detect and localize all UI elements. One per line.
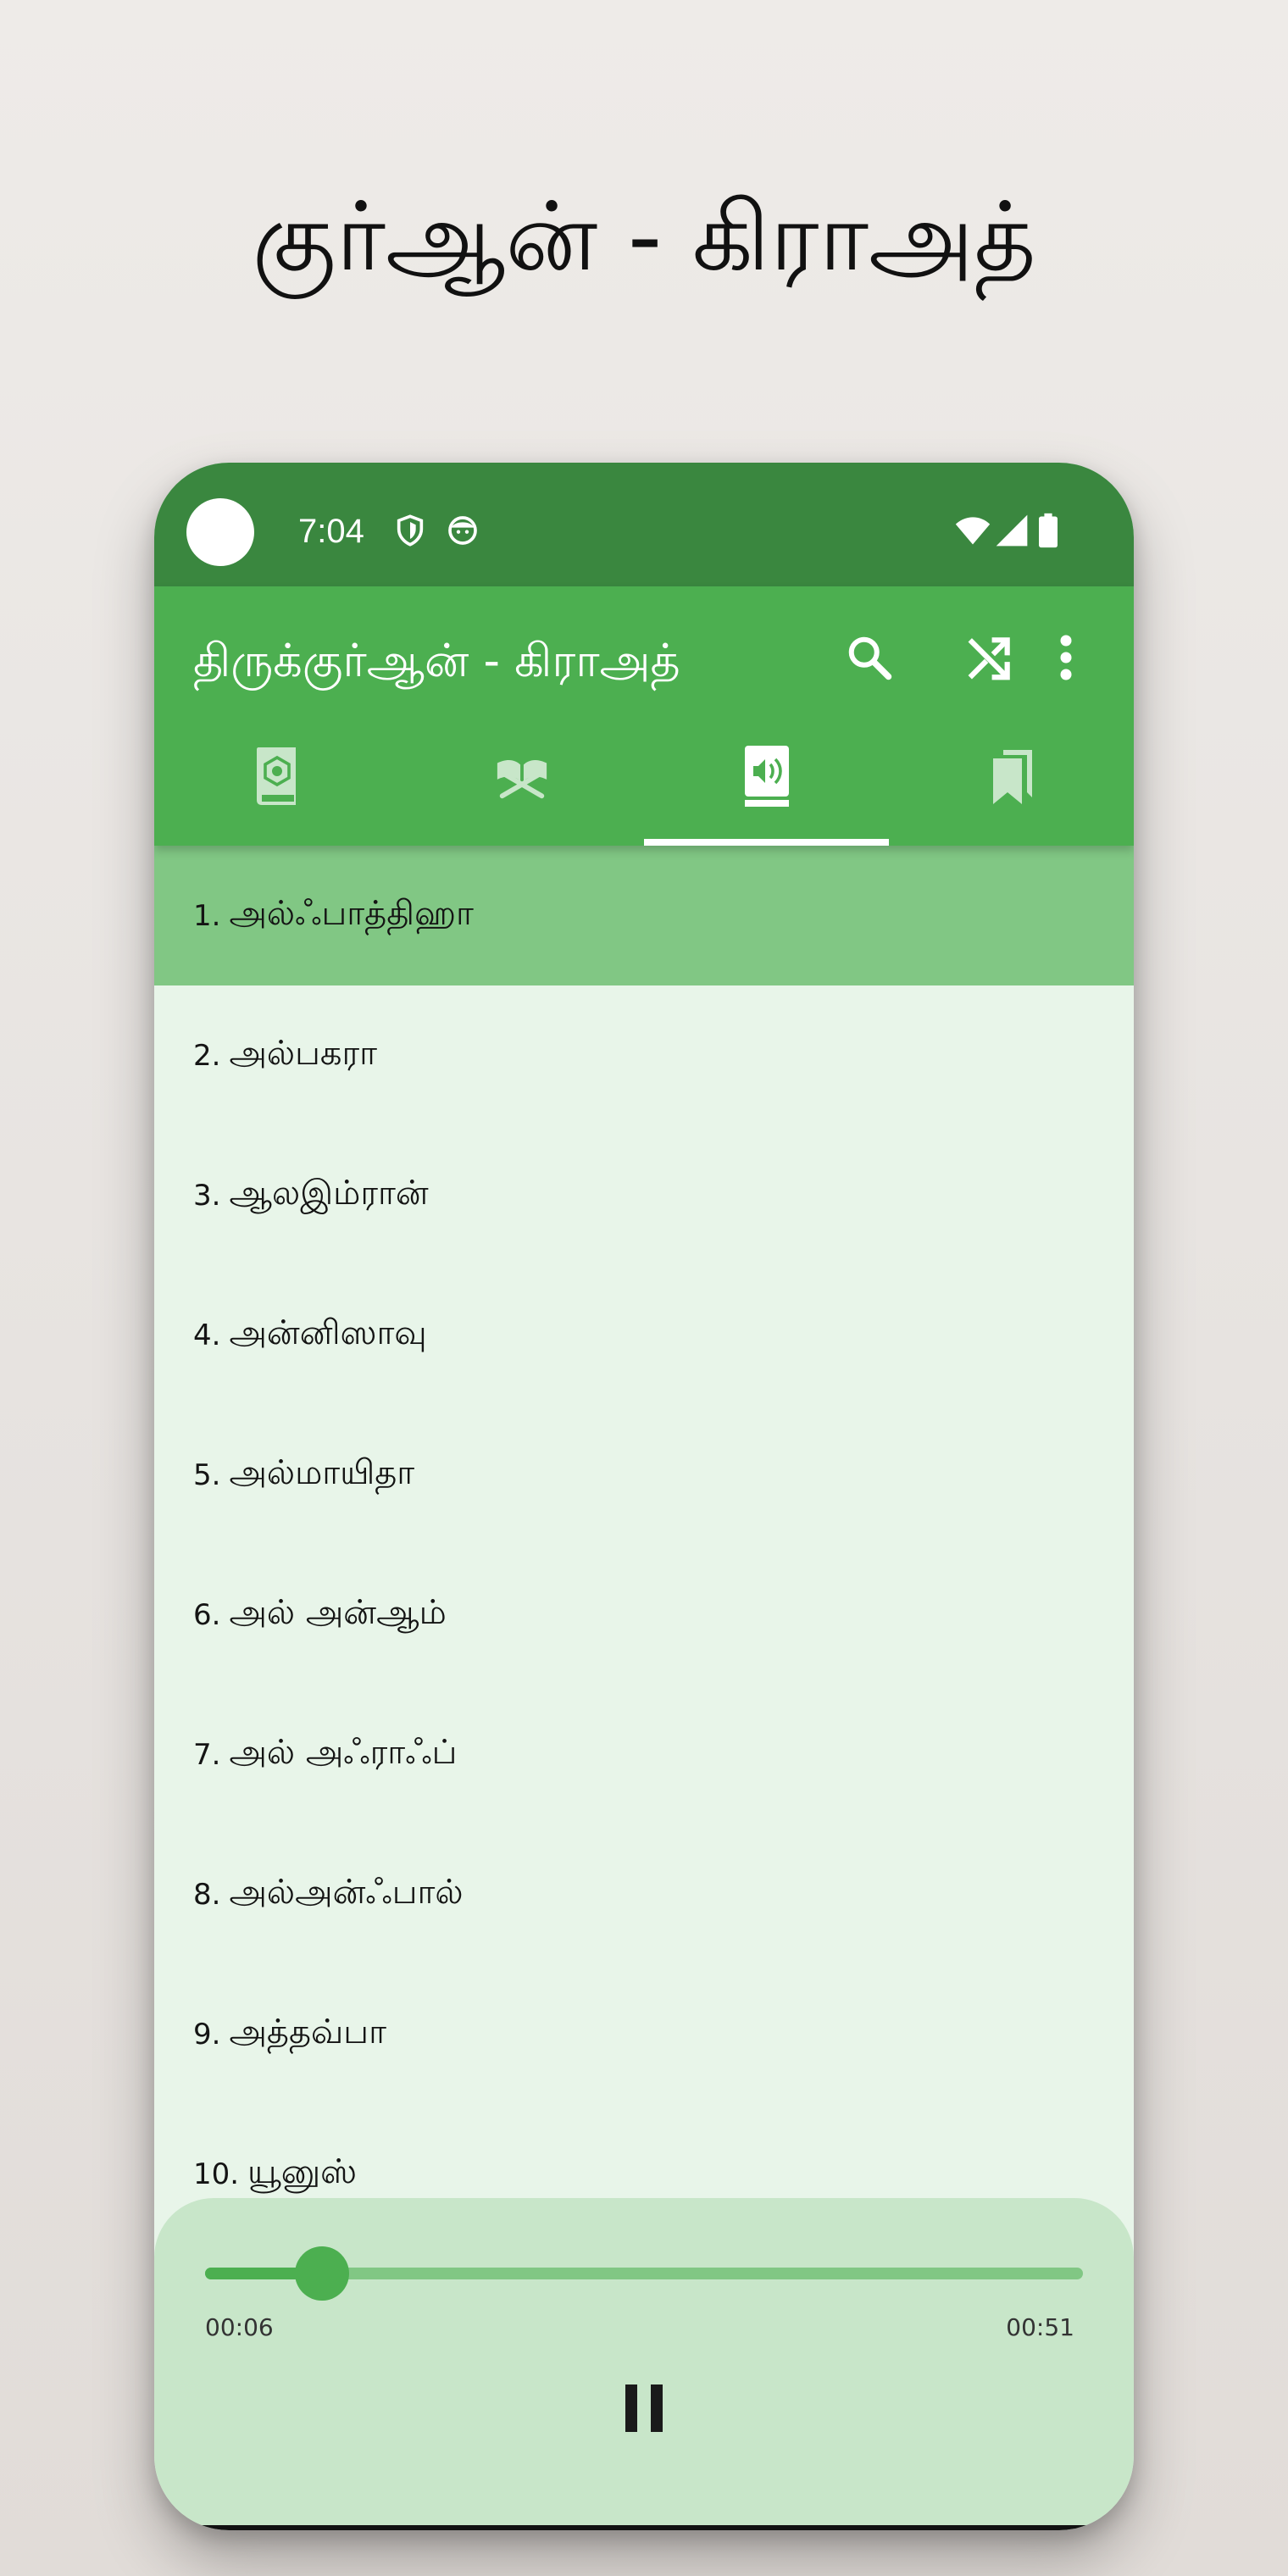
camera-cutout <box>186 498 254 566</box>
list-item[interactable]: 1. அல்ஃபாத்திஹா <box>154 846 1134 985</box>
item-number: 9. <box>193 2017 221 2051</box>
list-item[interactable]: 9. அத்தவ்பா <box>154 1964 1134 2104</box>
item-name: அல்பகரா <box>229 1034 378 1073</box>
item-name: ஆலஇம்ரான் <box>229 1174 429 1213</box>
wifi-icon <box>955 517 991 545</box>
open-quran-stand-icon <box>497 759 547 799</box>
face-icon <box>448 516 477 545</box>
total-duration: 00:51 <box>1006 2313 1074 2341</box>
item-number: 4. <box>193 1318 221 1352</box>
item-name: அல் அஃராஃப் <box>229 1733 458 1772</box>
signal-icon <box>996 514 1028 547</box>
list-item[interactable]: 6. அல் அன்ஆம் <box>154 1545 1134 1685</box>
list-item[interactable]: 2. அல்பகரா <box>154 985 1134 1125</box>
surah-list: 1. அல்ஃபாத்திஹா 2. அல்பகரா 3. ஆலஇம்ரான் … <box>154 846 1134 2244</box>
item-number: 6. <box>193 1597 221 1632</box>
list-item[interactable]: 5. அல்மாயிதா <box>154 1405 1134 1545</box>
item-name: அன்னிஸாவு <box>229 1313 427 1352</box>
pause-button[interactable] <box>608 2373 680 2444</box>
shield-icon <box>397 514 424 547</box>
seek-thumb[interactable] <box>294 2246 349 2301</box>
phone-frame: 7:04 திருக்குர்ஆன் - கிராஅத் 1. அல்ஃபாத்… <box>154 463 1134 2530</box>
tab-indicator <box>644 839 889 846</box>
item-name: அல்மாயிதா <box>229 1453 415 1492</box>
item-number: 1. <box>193 898 221 933</box>
tab-reading[interactable] <box>399 725 644 846</box>
pause-icon <box>625 2384 663 2432</box>
list-item[interactable]: 7. அல் அஃராஃப் <box>154 1685 1134 1824</box>
status-time: 7:04 <box>298 513 364 550</box>
quran-book-icon <box>256 747 296 805</box>
item-number: 3. <box>193 1178 221 1213</box>
bookmarks-icon <box>992 750 1032 804</box>
item-name: அல்அன்ஃபால் <box>229 1873 464 1912</box>
status-bar: 7:04 <box>154 463 1134 586</box>
item-number: 8. <box>193 1877 221 1912</box>
item-number: 5. <box>193 1457 221 1492</box>
tab-quran[interactable] <box>154 725 399 846</box>
audio-player: 00:06 00:51 <box>154 2198 1134 2530</box>
item-number: 10. <box>193 2157 240 2191</box>
tab-audio[interactable] <box>644 725 889 846</box>
item-name: அல் அன்ஆம் <box>229 1593 447 1632</box>
list-item[interactable]: 8. அல்அன்ஃபால் <box>154 1824 1134 1964</box>
more-vert-icon <box>1060 635 1072 680</box>
search-button[interactable] <box>834 622 905 693</box>
list-item[interactable]: 4. அன்னிஸாவு <box>154 1265 1134 1405</box>
elapsed-time: 00:06 <box>205 2313 274 2341</box>
app-title: திருக்குர்ஆன் - கிராஅத் <box>193 634 680 687</box>
search-icon <box>848 636 892 680</box>
shuffle-button[interactable] <box>954 622 1025 693</box>
item-name: அத்தவ்பா <box>229 2012 386 2051</box>
item-name: யூனுஸ் <box>247 2152 358 2191</box>
battery-icon <box>1039 513 1058 548</box>
item-name: அல்ஃபாத்திஹா <box>229 894 474 933</box>
audio-book-icon <box>744 746 789 807</box>
list-item[interactable]: 3. ஆலஇம்ரான் <box>154 1125 1134 1265</box>
more-options-button[interactable] <box>1041 622 1091 693</box>
screen-bottom-edge <box>154 2525 1134 2530</box>
item-number: 2. <box>193 1038 221 1073</box>
item-number: 7. <box>193 1737 221 1772</box>
app-bar: திருக்குர்ஆன் - கிராஅத் <box>154 586 1134 846</box>
tab-bookmarks[interactable] <box>889 725 1134 846</box>
shuffle-icon <box>968 637 1010 680</box>
tab-bar <box>154 725 1134 846</box>
promo-headline: குர்ஆன் - கிராஅத் <box>252 182 1036 292</box>
